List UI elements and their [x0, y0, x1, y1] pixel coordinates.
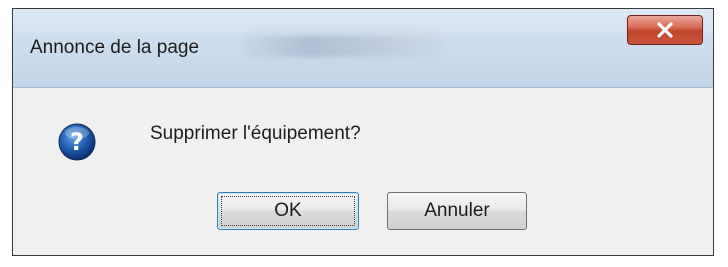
close-icon	[655, 21, 675, 39]
close-button[interactable]	[627, 15, 703, 45]
redacted-page-url	[243, 35, 443, 57]
dialog-title: Annonce de la page	[30, 37, 200, 58]
dialog-message: Supprimer l'équipement?	[150, 123, 361, 144]
cancel-button[interactable]: Annuler	[387, 192, 527, 230]
dialog-body: ? Supprimer l'équipement? OK Annuler	[13, 88, 713, 255]
ok-button[interactable]: OK	[217, 192, 359, 230]
svg-text:?: ?	[70, 128, 84, 156]
title-bar[interactable]: Annonce de la page	[13, 9, 713, 88]
question-icon: ?	[57, 122, 97, 162]
dialog-window: Annonce de la page ? Supprimer l'équipem…	[12, 8, 714, 256]
cancel-button-label: Annuler	[424, 200, 490, 221]
ok-button-label: OK	[274, 200, 302, 221]
